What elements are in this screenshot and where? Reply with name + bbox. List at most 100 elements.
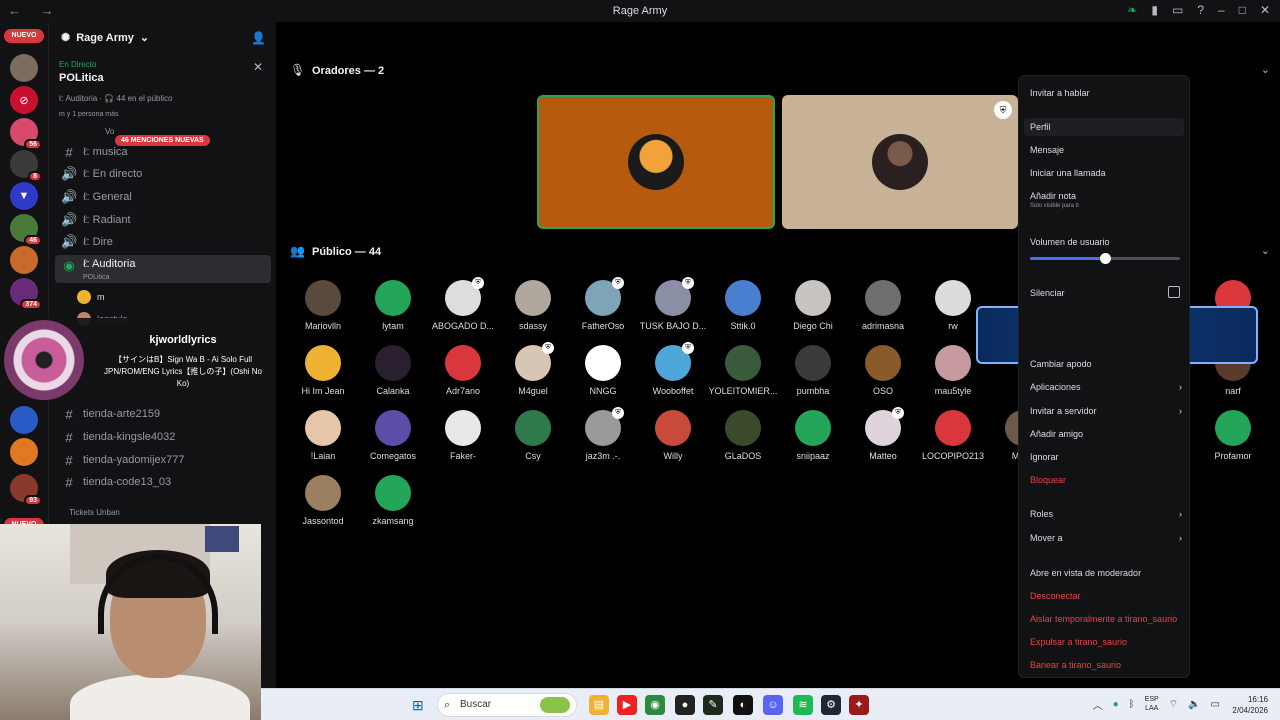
server-icon[interactable]: 374 bbox=[10, 278, 42, 310]
audience-member[interactable]: sdassy bbox=[498, 280, 568, 331]
server-icon[interactable] bbox=[10, 406, 38, 434]
obs-icon[interactable]: ● bbox=[675, 695, 695, 715]
menu-timeout[interactable]: Aislar temporalmente a tirano_saurio bbox=[1030, 614, 1182, 624]
audience-member[interactable]: ⛨ Wooboffet bbox=[638, 342, 708, 396]
audience-member[interactable]: OSO bbox=[848, 345, 918, 396]
battery-icon[interactable]: ▭ bbox=[1211, 699, 1220, 710]
leaf-icon[interactable]: ❧ bbox=[1127, 3, 1137, 17]
server-icon[interactable] bbox=[10, 246, 38, 274]
audience-member[interactable]: Willy bbox=[638, 410, 708, 461]
channel-tienda[interactable]: # tienda-yadomijex777 bbox=[55, 450, 271, 470]
audience-member[interactable]: !Laian bbox=[288, 410, 358, 461]
tray-app-icon[interactable]: ● bbox=[1113, 699, 1119, 710]
audience-member[interactable]: Hi Im Jean bbox=[288, 345, 358, 396]
menu-call[interactable]: Iniciar una llamada bbox=[1030, 168, 1182, 178]
audience-member[interactable]: zkamsang bbox=[358, 475, 428, 526]
discord-icon[interactable]: ☺ bbox=[763, 695, 783, 715]
menu-message[interactable]: Mensaje bbox=[1030, 145, 1182, 155]
server-icon[interactable]: 56 bbox=[10, 118, 42, 150]
wifi-icon[interactable]: ⌔ bbox=[1169, 698, 1178, 711]
steam-icon[interactable]: ⚙ bbox=[821, 695, 841, 715]
menu-kick[interactable]: Expulsar a tirano_saurio bbox=[1030, 637, 1182, 647]
volume-slider[interactable] bbox=[1030, 253, 1180, 264]
channel-radiant[interactable]: 🔊 ℓ: Radiant bbox=[55, 210, 271, 230]
audience-member[interactable]: ⛨ ABOGADO D... bbox=[428, 277, 498, 331]
close-icon[interactable]: ✕ bbox=[253, 60, 263, 74]
audience-member[interactable]: Csy bbox=[498, 410, 568, 461]
audience-member[interactable]: sniipaaz bbox=[778, 410, 848, 461]
inbox-icon[interactable]: ▭ bbox=[1172, 3, 1183, 17]
channel-musica[interactable]: # ℓ: musica bbox=[55, 142, 271, 162]
menu-apps[interactable]: Aplicaciones › bbox=[1030, 382, 1182, 392]
channel-tienda[interactable]: # tienda-arte2159 bbox=[55, 404, 271, 424]
server-icon[interactable] bbox=[10, 438, 38, 466]
volume-icon[interactable]: 🔈 bbox=[1188, 699, 1200, 710]
youtube-icon[interactable]: ▶ bbox=[617, 695, 637, 715]
maximize-button[interactable]: □ bbox=[1239, 3, 1246, 17]
chevron-down-icon[interactable]: ⌄ bbox=[1261, 244, 1270, 257]
audience-member[interactable]: ⛨ M4guel bbox=[498, 342, 568, 396]
menu-ignore[interactable]: Ignorar bbox=[1030, 452, 1182, 462]
channel-tienda[interactable]: # tienda-kingsle4032 bbox=[55, 427, 271, 447]
chevron-up-icon[interactable]: ︿ bbox=[1093, 697, 1103, 712]
menu-block[interactable]: Bloquear bbox=[1030, 475, 1182, 485]
audience-member[interactable]: YOLEITOMIER... bbox=[708, 345, 778, 396]
menu-move-to[interactable]: Mover a › bbox=[1030, 533, 1182, 543]
audience-member[interactable]: Comegatos bbox=[358, 410, 428, 461]
menu-invite-server[interactable]: Invitar a servidor › bbox=[1030, 406, 1182, 416]
audience-member[interactable]: Diego Chi bbox=[778, 280, 848, 331]
audience-member[interactable]: ⛨ FatherOso bbox=[568, 277, 638, 331]
menu-change-nick[interactable]: Cambiar apodo bbox=[1030, 359, 1182, 369]
audience-member[interactable]: pumbha bbox=[778, 345, 848, 396]
help-icon[interactable]: ? bbox=[1197, 3, 1204, 17]
taskbar-search[interactable]: ⌕ Buscar bbox=[437, 693, 577, 717]
new-badge-top[interactable]: NUEVO bbox=[4, 29, 44, 43]
clock[interactable]: 16:16 2/04/2026 bbox=[1232, 694, 1268, 716]
channel-tienda[interactable]: # tienda-code13_03 bbox=[55, 472, 271, 492]
server-icon[interactable] bbox=[10, 54, 38, 82]
language-indicator[interactable]: ESP LAA bbox=[1145, 695, 1159, 713]
category-voice[interactable]: Vo bbox=[105, 127, 114, 136]
add-member-icon[interactable]: 👤 bbox=[251, 31, 266, 45]
audience-member[interactable]: Mariovlln bbox=[288, 280, 358, 331]
menu-roles[interactable]: Roles › bbox=[1030, 509, 1182, 519]
category-tickets[interactable]: Tickets Unban bbox=[69, 508, 120, 517]
audience-member[interactable]: ⛨ jaz3m .-. bbox=[568, 407, 638, 461]
minimize-button[interactable]: – bbox=[1218, 3, 1225, 17]
server-icon[interactable]: 46 bbox=[10, 214, 42, 246]
menu-add-note[interactable]: Añadir nota Solo visible para ti bbox=[1030, 191, 1182, 209]
audience-member[interactable]: Calanka bbox=[358, 345, 428, 396]
file-explorer-icon[interactable]: ▤ bbox=[589, 695, 609, 715]
voice-user[interactable]: m bbox=[77, 288, 105, 306]
dota-icon[interactable]: ✦ bbox=[849, 695, 869, 715]
audience-member[interactable]: Adr7ano bbox=[428, 345, 498, 396]
slider-knob[interactable] bbox=[1100, 253, 1111, 264]
audience-member[interactable]: Profamor bbox=[1198, 410, 1268, 461]
menu-mod-view[interactable]: Abre en vista de moderador bbox=[1030, 568, 1182, 578]
menu-profile[interactable]: Perfil bbox=[1024, 118, 1184, 136]
spotify-icon[interactable]: ≋ bbox=[793, 695, 813, 715]
close-button[interactable]: ✕ bbox=[1260, 3, 1270, 17]
server-icon[interactable]: 93 bbox=[10, 474, 42, 506]
menu-mute[interactable]: Silenciar bbox=[1030, 288, 1182, 298]
bluetooth-icon[interactable]: ᛒ bbox=[1129, 699, 1135, 710]
menu-add-friend[interactable]: Añadir amigo bbox=[1030, 429, 1182, 439]
razer-icon[interactable]: ✎ bbox=[703, 695, 723, 715]
audience-member[interactable]: LOCOPIPO213 bbox=[918, 410, 988, 461]
server-icon[interactable]: 8 bbox=[10, 150, 42, 182]
speaker-tile[interactable] bbox=[537, 95, 775, 229]
audience-member[interactable]: NNGG bbox=[568, 345, 638, 396]
speaker-tile[interactable]: ⛨ bbox=[782, 95, 1018, 229]
audience-member[interactable]: ⛨ Matteo bbox=[848, 407, 918, 461]
audience-member[interactable]: Faker- bbox=[428, 410, 498, 461]
mute-checkbox[interactable] bbox=[1168, 286, 1180, 298]
windows-start-icon[interactable]: ⊞ bbox=[412, 697, 428, 713]
channel-general[interactable]: 🔊 ℓ: General bbox=[55, 187, 271, 207]
chrome-icon[interactable]: ◉ bbox=[645, 695, 665, 715]
audience-member[interactable]: GLaDOS bbox=[708, 410, 778, 461]
channel-dire[interactable]: 🔊 ℓ: Dire bbox=[55, 232, 271, 252]
audience-member[interactable]: ⛨ TUSK BAJO D... bbox=[638, 277, 708, 331]
server-header[interactable]: ✺ Rage Army ⌄ bbox=[61, 31, 149, 45]
server-icon[interactable]: ⊘ bbox=[10, 86, 38, 114]
menu-disconnect[interactable]: Desconectar bbox=[1030, 591, 1182, 601]
